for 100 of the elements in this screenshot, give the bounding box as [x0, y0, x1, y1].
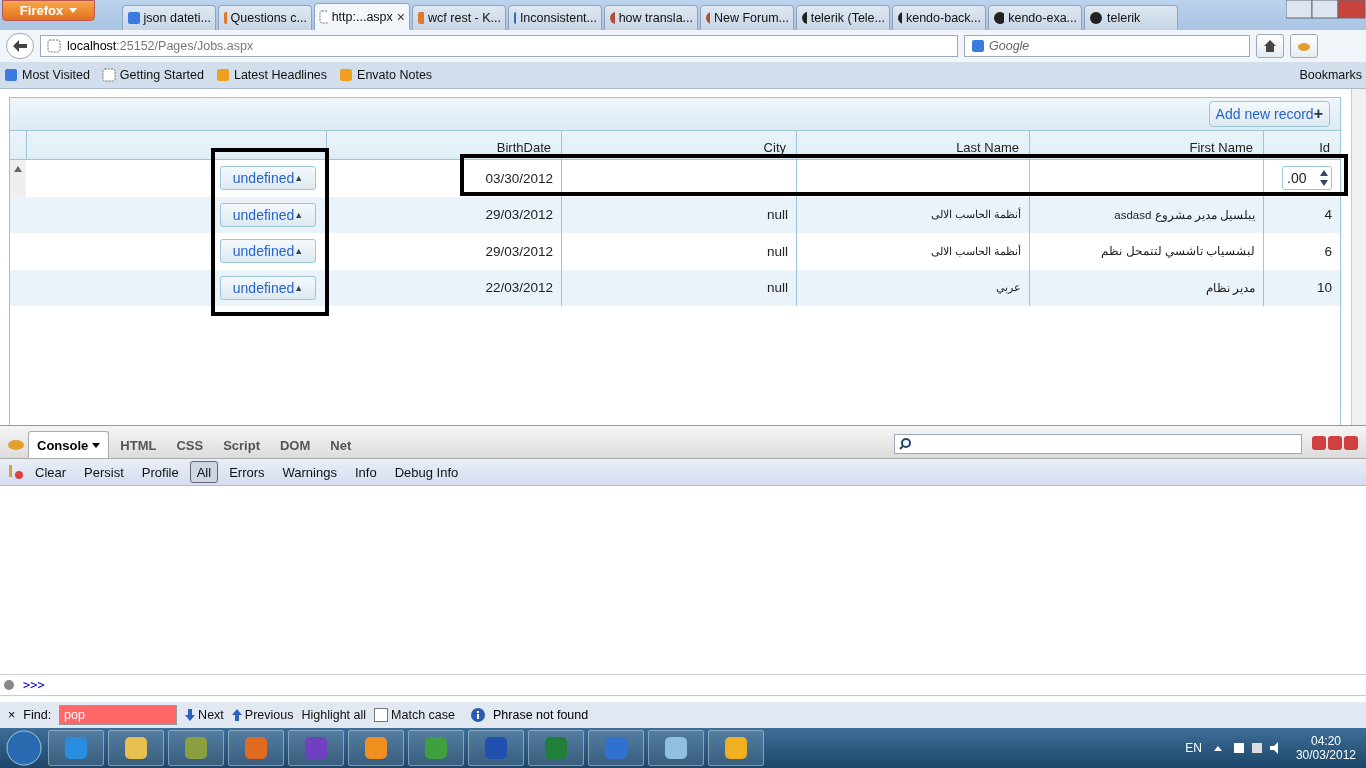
site-icon — [1089, 11, 1103, 25]
taskbar-app-button[interactable] — [108, 730, 164, 766]
column-header[interactable]: Last Name — [796, 131, 1029, 159]
browser-tab[interactable]: json dateti... — [122, 5, 216, 30]
taskbar-app-button[interactable] — [708, 730, 764, 766]
bookmark-link[interactable]: Envato Notes — [339, 68, 433, 82]
browser-tab[interactable]: Questions c... — [218, 5, 312, 30]
taskbar-app-button[interactable] — [348, 730, 404, 766]
site-icon — [705, 11, 710, 25]
panel-tab[interactable]: Script — [214, 431, 269, 458]
language-indicator[interactable]: EN — [1185, 741, 1202, 755]
site-icon — [223, 11, 227, 25]
site-icon — [319, 10, 328, 24]
site-icon — [215, 68, 230, 82]
bookmark-link[interactable]: Getting Started — [101, 68, 204, 82]
table-cell: 03/30/2012 — [326, 160, 561, 197]
taskbar-app-button[interactable] — [588, 730, 644, 766]
panel-tab[interactable]: Net — [321, 431, 361, 458]
find-next-button[interactable]: Next — [185, 708, 224, 722]
clear-console-icon[interactable] — [8, 464, 24, 480]
window-controls-icon[interactable] — [1312, 436, 1360, 450]
site-icon — [897, 11, 902, 25]
site-icon — [993, 11, 1005, 25]
table-cell: null — [561, 233, 796, 270]
browser-tab[interactable]: telerik (Tele... — [796, 5, 890, 30]
taskbar-app-button[interactable] — [468, 730, 524, 766]
site-icon — [339, 68, 354, 82]
panel-tab[interactable]: CSS — [167, 431, 213, 458]
filter-button[interactable]: Errors — [222, 461, 272, 483]
taskbar-app-button[interactable] — [528, 730, 584, 766]
start-button[interactable] — [4, 729, 44, 767]
dropdown-button[interactable]: undefined▲ — [220, 166, 316, 191]
site-icon — [47, 39, 61, 53]
highlight-all-button[interactable]: Highlight all — [301, 708, 367, 722]
info-icon — [471, 708, 485, 722]
find-previous-button[interactable]: Previous — [231, 708, 294, 722]
site-icon — [513, 11, 516, 25]
address-bar[interactable]: localhost:25152/Pages/Jobs.aspx — [40, 35, 958, 57]
taskbar-app-button[interactable] — [288, 730, 344, 766]
scrollbar[interactable] — [1351, 89, 1366, 425]
column-header[interactable]: Id — [1263, 131, 1340, 159]
app-icon — [725, 737, 747, 759]
browser-tab[interactable]: telerik — [1084, 5, 1178, 30]
column-header[interactable]: First Name — [1029, 131, 1263, 159]
panel-search-field[interactable] — [894, 434, 1302, 454]
browser-tab[interactable]: Inconsistent... — [508, 5, 602, 30]
close-find-button[interactable]: × — [8, 708, 16, 722]
panel-tab[interactable]: Console — [28, 431, 110, 458]
site-icon — [609, 11, 615, 25]
match-case-checkbox[interactable]: Match case — [374, 708, 455, 722]
numeric-input[interactable]: .00 — [1282, 166, 1332, 191]
column-header[interactable]: City — [561, 131, 796, 159]
site-icon — [101, 68, 116, 82]
filter-button[interactable]: Info — [347, 461, 384, 483]
table-cell: 6 — [1263, 233, 1340, 270]
spinner-arrows-icon[interactable] — [1320, 170, 1328, 187]
console-action-button[interactable]: Profile — [134, 461, 186, 483]
search-field[interactable]: Google — [964, 35, 1250, 57]
filter-button[interactable]: Warnings — [275, 461, 344, 483]
browser-tab[interactable]: wcf rest - K... — [412, 5, 506, 30]
filter-button[interactable]: Debug Info — [387, 461, 466, 483]
bookmarks-menu[interactable]: Bookmarks — [1299, 68, 1362, 82]
browser-tab[interactable]: New Forum... — [700, 5, 794, 30]
console-action-button[interactable]: Persist — [77, 461, 131, 483]
column-header[interactable]: BirthDate — [326, 131, 561, 159]
taskbar-app-button[interactable] — [168, 730, 224, 766]
firebug-button[interactable] — [1290, 34, 1318, 58]
home-icon — [1263, 39, 1277, 53]
dropdown-button[interactable]: undefined▲ — [220, 239, 316, 264]
browser-tab[interactable]: kendo-back... — [892, 5, 986, 30]
taskbar-app-button[interactable] — [48, 730, 104, 766]
site-icon — [971, 39, 985, 53]
app-icon — [365, 737, 387, 759]
down-arrow-icon — [185, 709, 196, 721]
dropdown-button[interactable]: undefined▲ — [220, 275, 316, 300]
site-icon — [417, 11, 425, 25]
taskbar-app-button[interactable] — [408, 730, 464, 766]
up-arrow-icon — [231, 709, 242, 721]
bookmark-link[interactable]: Latest Headlines — [215, 68, 328, 82]
command-prompt: >>> — [23, 678, 45, 692]
home-button[interactable] — [1256, 34, 1284, 58]
app-icon — [65, 737, 87, 759]
browser-tab[interactable]: http:...aspx × — [314, 3, 410, 30]
app-icon — [605, 737, 627, 759]
add-record-button[interactable]: Add new record+ — [1208, 101, 1330, 127]
app-icon — [185, 737, 207, 759]
browser-tab[interactable]: kendo-exa... — [988, 5, 1082, 30]
window-controls-icon[interactable] — [1286, 0, 1366, 22]
console-action-button[interactable]: Clear — [28, 461, 74, 483]
taskbar-app-button[interactable] — [228, 730, 284, 766]
panel-tab[interactable]: DOM — [271, 431, 320, 458]
search-icon — [899, 438, 911, 450]
panel-tab[interactable]: HTML — [111, 431, 166, 458]
clock[interactable]: 04:20 30/03/2012 — [1295, 734, 1356, 762]
taskbar-app-button[interactable] — [648, 730, 704, 766]
filter-button[interactable]: All — [189, 461, 219, 483]
dropdown-button[interactable]: undefined▲ — [220, 202, 316, 227]
back-button[interactable] — [6, 33, 34, 59]
bookmark-link[interactable]: Most Visited — [4, 68, 90, 82]
browser-tab[interactable]: how transla... — [604, 5, 698, 30]
